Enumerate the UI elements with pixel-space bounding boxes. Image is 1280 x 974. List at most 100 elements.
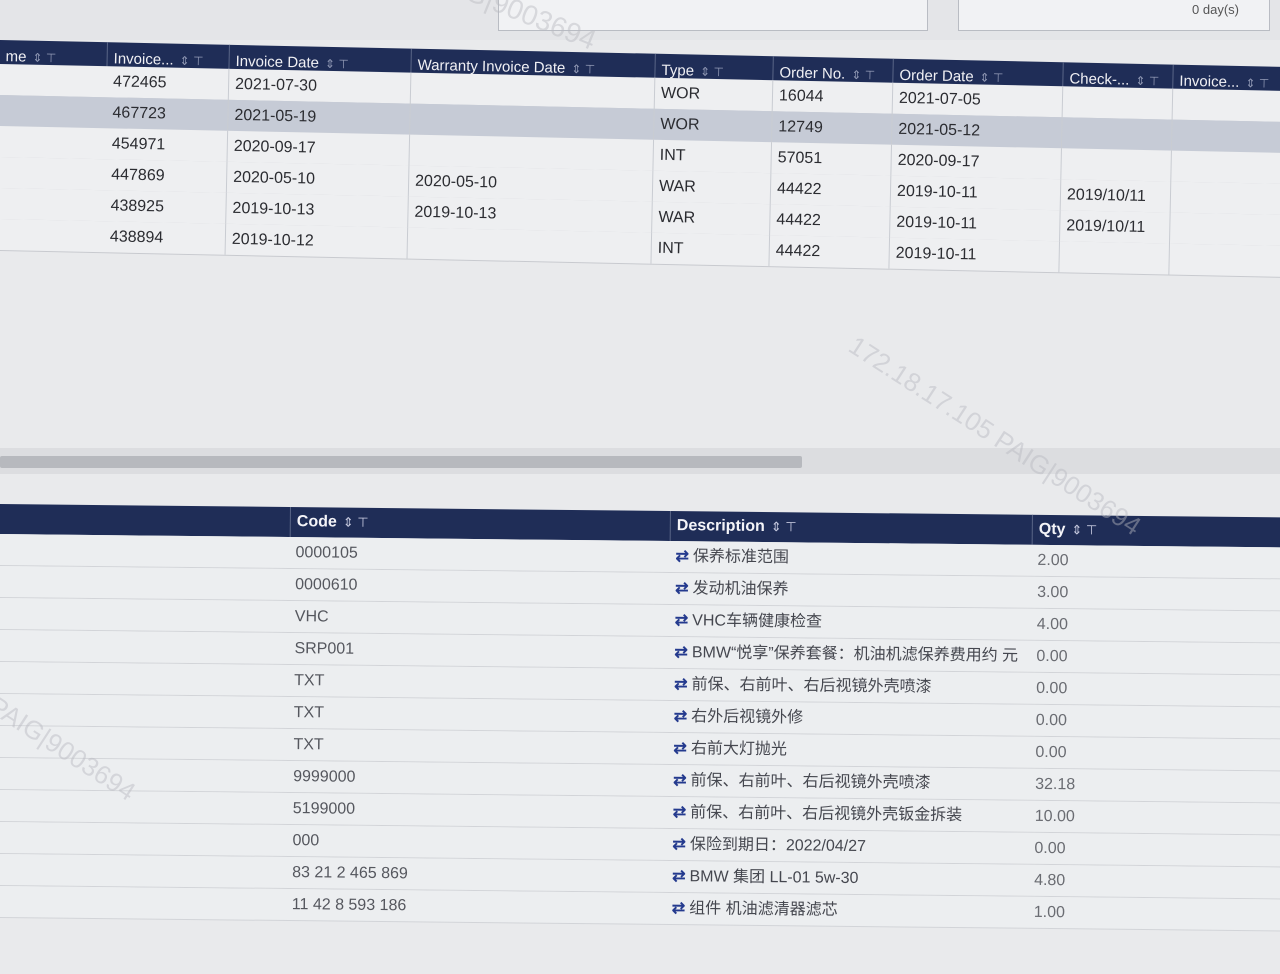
cell-qty: 32.18: [1035, 775, 1076, 794]
cell-invoice: 454971: [105, 128, 229, 162]
cell-code: TXT: [293, 736, 324, 754]
cell-invoice: 467723: [106, 97, 229, 131]
cell-type: INT: [653, 139, 773, 174]
sort-icon[interactable]: ⇕ ⊤: [32, 51, 56, 65]
cell-code: 9999000: [293, 768, 356, 786]
cell-warranty-date: [409, 134, 655, 171]
cell-check: [1061, 117, 1173, 151]
cell-qty: 0.00: [1036, 679, 1068, 698]
cell-check: [1062, 86, 1174, 120]
cell-warranty-date: 2020-05-10: [408, 165, 654, 202]
sort-icon[interactable]: ⇕ ⊤: [1135, 74, 1159, 88]
swap-icon[interactable]: ⇄: [672, 836, 686, 853]
cell-code: VHC: [294, 608, 329, 626]
scrollbar-thumb[interactable]: [0, 456, 802, 468]
cell-description: ⇄ BMW 集团 LL-01 5w-30: [672, 868, 859, 888]
cell-code: 83 21 2 465 869: [292, 864, 408, 883]
top-toolbar: 0 day(s): [0, 0, 1280, 40]
cell-description: ⇄ BMW“悦享”保养套餐：机油机滤保养费用约 元: [674, 644, 1019, 665]
cell-type: WOR: [654, 108, 773, 143]
swap-icon[interactable]: ⇄: [674, 676, 688, 693]
swap-icon[interactable]: ⇄: [673, 772, 687, 789]
cell-order-no: 12749: [772, 111, 893, 145]
cell-invoice-date: 2021-05-19: [228, 99, 411, 135]
sort-icon[interactable]: ⇕ ⊤: [179, 54, 203, 68]
cell-type: WAR: [652, 201, 771, 236]
swap-icon[interactable]: ⇄: [674, 708, 688, 725]
cell-invoice: 438925: [104, 190, 227, 224]
horizontal-scrollbar[interactable]: [0, 448, 1280, 474]
sort-icon[interactable]: ⇕ ⊤: [771, 519, 797, 534]
sort-icon[interactable]: ⇕ ⊤: [1245, 76, 1269, 90]
cell-qty: 0.00: [1034, 839, 1066, 858]
cell-type: WOR: [654, 77, 774, 112]
days-value: 0 day(s): [1192, 2, 1239, 17]
cell-code: 000: [292, 832, 320, 850]
cell-code: 11 42 8 593 186: [291, 896, 407, 915]
swap-icon[interactable]: ⇄: [675, 548, 689, 565]
cell-description: ⇄ 保险到期日：2022/04/27: [672, 836, 867, 856]
col-header-description[interactable]: Description ⇕ ⊤: [669, 511, 1032, 545]
swap-icon[interactable]: ⇄: [673, 804, 687, 821]
swap-icon[interactable]: ⇄: [673, 740, 687, 757]
cell-qty: 4.80: [1034, 871, 1066, 890]
days-field-box[interactable]: 0 day(s): [958, 0, 1270, 31]
cell-order-no: 44422: [769, 235, 891, 269]
cell-invoice: 438894: [103, 221, 227, 255]
cell-code: 0000610: [295, 576, 358, 594]
cell-invoice-date: 2019-10-13: [226, 192, 409, 228]
cell-qty: 0.00: [1035, 743, 1067, 762]
cell-description: ⇄ 保养标准范围: [675, 548, 789, 567]
cell-qty: 0.00: [1036, 647, 1068, 666]
col-header-qty[interactable]: Qty ⇕ ⊤: [1031, 514, 1280, 548]
cell-qty: 4.00: [1036, 615, 1069, 634]
cell-order-date: 2020-09-17: [891, 144, 1062, 180]
cell-order-date: 2021-05-12: [892, 113, 1063, 149]
swap-icon[interactable]: ⇄: [675, 580, 689, 597]
cell-order-date: 2019-10-11: [890, 175, 1062, 211]
swap-icon[interactable]: ⇄: [672, 900, 686, 917]
cell-invoice-date: 2020-05-10: [226, 161, 410, 197]
sort-icon[interactable]: ⇕ ⊤: [571, 62, 595, 76]
cell-invoice: 472465: [106, 66, 230, 100]
cell-order-no: 44422: [770, 204, 891, 238]
cell-invoice-date: 2021-07-30: [228, 68, 412, 104]
cell-code: 0000105: [295, 544, 358, 562]
cell-qty: 10.00: [1034, 807, 1075, 826]
cell-description: ⇄ 前保、右前叶、右后视镜外壳喷漆: [673, 772, 931, 792]
sort-icon[interactable]: ⇕ ⊤: [343, 515, 369, 530]
cell-order-date: 2019-10-11: [890, 206, 1061, 242]
swap-icon[interactable]: ⇄: [672, 868, 686, 885]
cell-code: 5199000: [292, 800, 356, 818]
cell-description: ⇄ 前保、右前叶、右后视镜外壳钣金拆装: [672, 804, 963, 825]
cell-description: ⇄ VHC车辆健康检查: [674, 612, 823, 631]
sort-icon[interactable]: ⇕ ⊤: [979, 71, 1003, 85]
cell-order-date: 2019-10-11: [889, 237, 1061, 273]
cell-description: ⇄ 组件 机油滤清器滤芯: [671, 900, 838, 919]
swap-icon[interactable]: ⇄: [674, 644, 688, 661]
cell-type: WAR: [652, 170, 772, 205]
sort-icon[interactable]: ⇕ ⊤: [851, 68, 875, 82]
cell-warranty-date: [410, 103, 655, 140]
cell-check: 2019/10/11: [1060, 210, 1171, 244]
swap-icon[interactable]: ⇄: [675, 612, 689, 629]
cell-warranty-date: [407, 227, 653, 264]
invoice-grid: me ⇕ ⊤ Invoice... ⇕ ⊤ Invoice Date ⇕ ⊤ Warr…: [0, 40, 1280, 299]
cell-check: [1061, 148, 1172, 182]
cell-qty: 2.00: [1037, 551, 1069, 570]
cell-order-no: 16044: [772, 80, 894, 114]
cell-order-date: 2021-07-05: [892, 82, 1064, 118]
cell-order-no: 44422: [770, 173, 892, 207]
sort-icon[interactable]: ⇕ ⊤: [700, 65, 724, 79]
sort-icon[interactable]: ⇕ ⊤: [1071, 522, 1097, 537]
cell-qty: 3.00: [1037, 583, 1069, 602]
cell-code: SRP001: [294, 640, 355, 658]
cell-qty: 0.00: [1035, 711, 1068, 730]
sort-icon[interactable]: ⇕ ⊤: [325, 57, 349, 71]
cell-description: ⇄ 右前大灯抛光: [673, 740, 787, 759]
col-header-code[interactable]: Code ⇕ ⊤: [289, 507, 670, 542]
cell-code: TXT: [293, 704, 325, 722]
cell-invoice: 447869: [104, 159, 228, 193]
cell-description: ⇄ 前保、右前叶、右后视镜外壳喷漆: [674, 676, 932, 696]
cell-order-no: 57051: [771, 142, 893, 176]
